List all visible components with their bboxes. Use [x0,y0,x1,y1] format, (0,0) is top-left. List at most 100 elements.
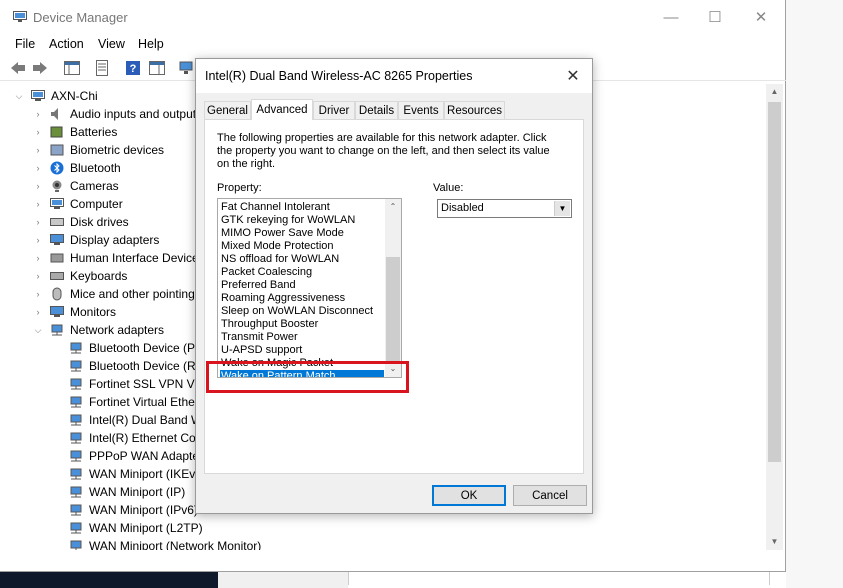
action-pane-icon[interactable] [148,59,166,77]
network-adapter-item[interactable]: WAN Miniport (Network Monitor) [68,537,261,550]
value-label: Value: [433,182,464,194]
property-scroll-thumb[interactable] [386,257,400,361]
scroll-up-arrow-icon[interactable]: ▲ [766,84,783,100]
tree-category[interactable]: › Batteries [33,123,118,141]
property-item[interactable]: Roaming Aggressiveness [221,292,345,305]
network-adapter-item[interactable]: WAN Miniport (L2TP) [68,519,203,537]
property-item[interactable]: MIMO Power Save Mode [221,227,344,240]
chevron-up-icon[interactable]: ⌃ [385,199,401,215]
property-item[interactable]: GTK rekeying for WoWLAN [221,214,355,227]
tree-category-label: Audio inputs and outputs [70,107,203,121]
cancel-button[interactable]: Cancel [513,485,587,506]
close-button[interactable]: ✕ [738,0,784,34]
network-adapter-label: PPPoP WAN Adapter [89,449,204,463]
dialog-title-bar[interactable]: Intel(R) Dual Band Wireless-AC 8265 Prop… [196,59,592,93]
tab-driver[interactable]: Driver [313,101,355,119]
chevron-right-icon[interactable]: › [33,163,43,173]
chevron-right-icon[interactable]: › [33,127,43,137]
property-item[interactable]: Sleep on WoWLAN Disconnect [221,305,373,318]
show-hide-console-tree-icon[interactable] [63,59,81,77]
network-adapter-icon [68,359,84,373]
title-bar[interactable]: Device Manager — ☐ ✕ [0,0,786,34]
tree-root[interactable]: ⌵ AXN-Chi [14,87,98,105]
ok-button[interactable]: OK [432,485,506,506]
maximize-button[interactable]: ☐ [692,0,738,34]
property-item[interactable]: Throughput Booster [221,318,318,331]
chevron-right-icon[interactable]: › [33,307,43,317]
background-edge [786,0,843,588]
property-item[interactable]: Wake on Magic Packet [221,357,333,370]
property-item[interactable]: Packet Coalescing [221,266,312,279]
minimize-button[interactable]: — [648,0,694,34]
help-icon[interactable]: ? [124,59,142,77]
property-item[interactable]: NS offload for WoWLAN [221,253,339,266]
dropdown-arrow-icon[interactable]: ▼ [554,201,570,216]
tree-category[interactable]: › Disk drives [33,213,129,231]
property-item-selected[interactable]: Wake on Pattern Match [220,370,384,377]
tab-resources[interactable]: Resources [444,101,505,119]
property-item[interactable]: Mixed Mode Protection [221,240,334,253]
chevron-right-icon[interactable]: › [33,235,43,245]
chevron-right-icon[interactable]: › [33,271,43,281]
value-dropdown[interactable]: Disabled ▼ [437,199,572,218]
tree-category-label: Network adapters [70,323,165,337]
tree-category-label: Biometric devices [70,143,165,157]
chevron-right-icon[interactable]: › [33,199,43,209]
tree-category-label: Monitors [70,305,117,319]
chevron-right-icon[interactable]: › [33,289,43,299]
tree-scrollbar[interactable]: ▲ ▼ [766,84,783,550]
network-adapter-item[interactable]: WAN Miniport (IP) [68,483,185,501]
chevron-down-icon[interactable]: ⌵ [33,325,43,336]
chevron-down-icon[interactable]: ⌵ [14,91,24,102]
property-item[interactable]: Preferred Band [221,279,296,292]
menu-file[interactable]: File [15,37,35,51]
tree-category[interactable]: › Computer [33,195,123,213]
tree-category[interactable]: ⌵ Network adapters [33,321,164,339]
network-adapter-item[interactable]: WAN Miniport (IKEv2) [68,465,206,483]
tree-category[interactable]: › Audio inputs and outputs [33,105,203,123]
property-list[interactable]: Fat Channel Intolerant GTK rekeying for W… [217,198,402,378]
property-item[interactable]: Fat Channel Intolerant [221,201,330,214]
tree-category[interactable]: › Human Interface Devices [33,249,205,267]
chevron-right-icon[interactable]: › [33,181,43,191]
tree-category[interactable]: › Monitors [33,303,117,321]
network-adapter-icon [68,413,84,427]
scan-hardware-icon[interactable] [178,59,196,77]
menu-help[interactable]: Help [138,37,164,51]
tree-category[interactable]: › Cameras [33,177,119,195]
tab-general[interactable]: General [204,101,251,119]
back-arrow-icon[interactable] [9,59,27,77]
network-adapter-item[interactable]: PPPoP WAN Adapter [68,447,203,465]
forward-arrow-icon[interactable] [31,59,49,77]
menu-action[interactable]: Action [49,37,84,51]
tree-scroll-thumb[interactable] [768,102,781,462]
scroll-down-arrow-icon[interactable]: ▼ [766,534,783,550]
monitor-icon [49,305,65,319]
tab-advanced[interactable]: Advanced [251,99,313,120]
property-list-scrollbar[interactable]: ⌃ ⌄ [385,199,401,377]
dialog-close-icon[interactable]: ✕ [562,65,584,87]
tree-category[interactable]: › Display adapters [33,231,160,249]
network-adapter-icon [68,503,84,517]
mouse-icon [49,287,65,301]
chevron-right-icon[interactable]: › [33,217,43,227]
tree-category[interactable]: › Biometric devices [33,141,165,159]
chevron-right-icon[interactable]: › [33,145,43,155]
properties-icon[interactable] [93,59,111,77]
property-item[interactable]: Transmit Power [221,331,298,344]
network-adapter-icon [68,485,84,499]
network-adapter-icon [68,341,84,355]
property-item[interactable]: U-APSD support [221,344,302,357]
chevron-right-icon[interactable]: › [33,253,43,263]
tab-events[interactable]: Events [398,101,444,119]
network-adapter-label: WAN Miniport (IPv6) [89,503,198,517]
chevron-right-icon[interactable]: › [33,109,43,119]
chevron-down-icon[interactable]: ⌄ [385,361,401,377]
speaker-icon [49,107,65,121]
tree-category[interactable]: › Keyboards [33,267,128,285]
menu-view[interactable]: View [98,37,125,51]
tree-category[interactable]: › Bluetooth [33,159,121,177]
network-adapter-item[interactable]: WAN Miniport (IPv6) [68,501,198,519]
tree-category-label: Keyboards [70,269,128,283]
tab-details[interactable]: Details [355,101,398,119]
